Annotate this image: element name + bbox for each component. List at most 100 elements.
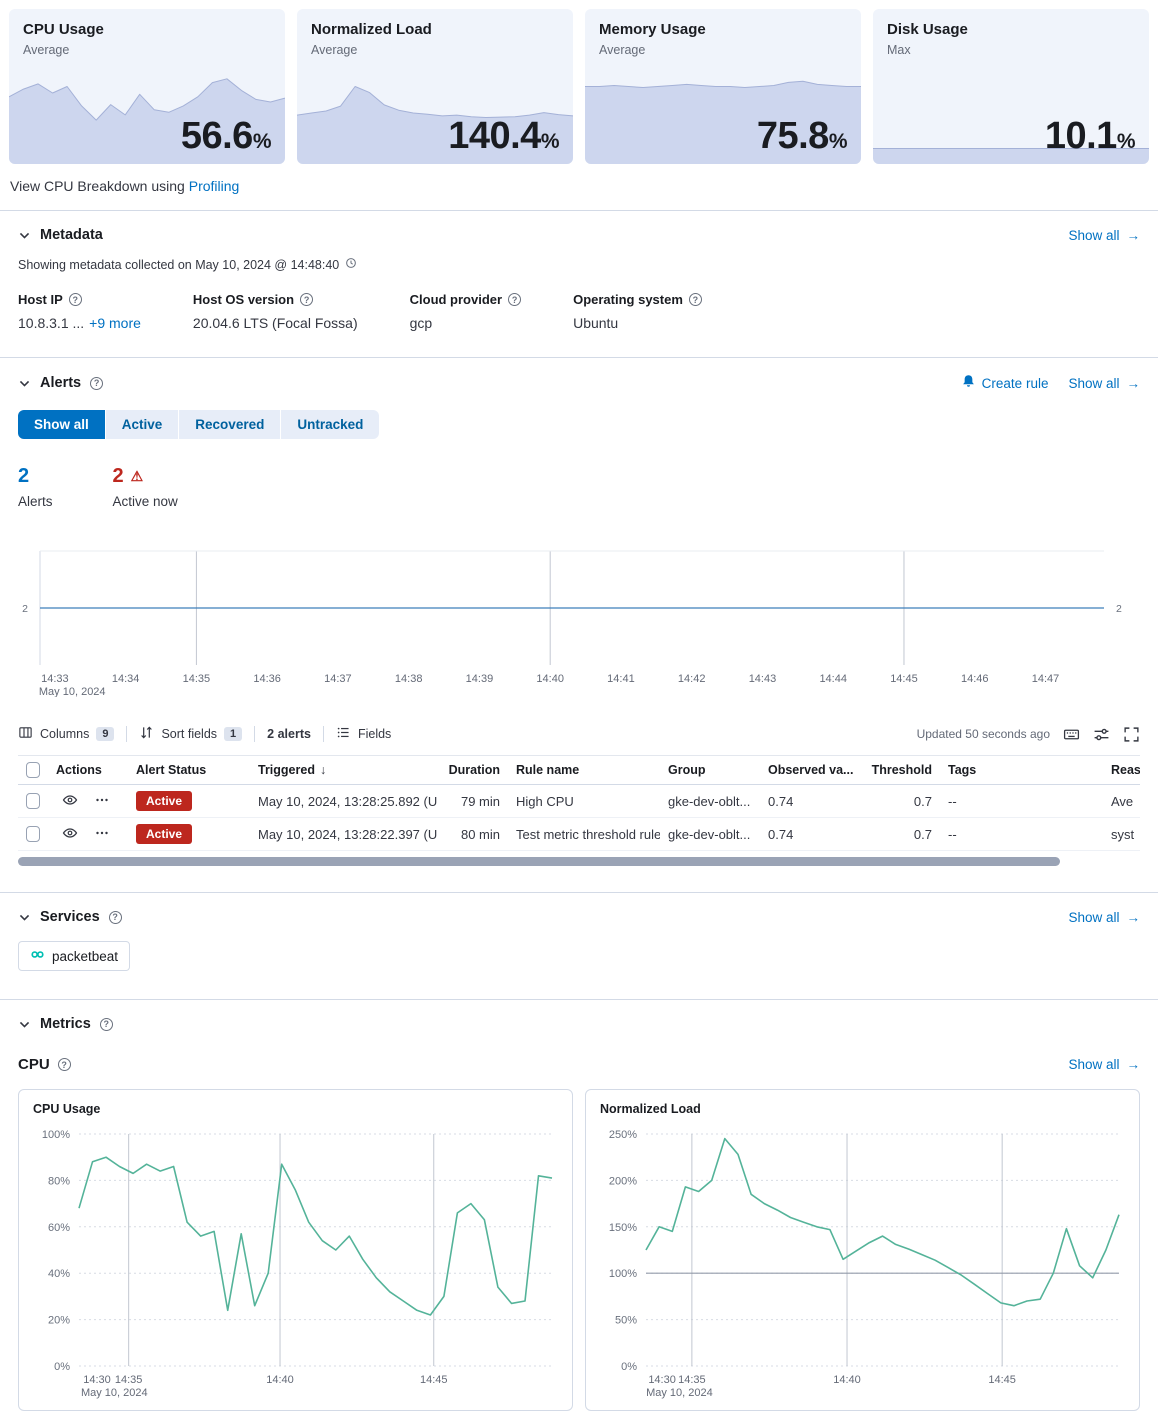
horizontal-scrollbar [18,857,1140,866]
column-header-duration[interactable]: Duration [443,756,508,784]
kpi-card-disk-usage[interactable]: Disk Usage Max 10.1% [873,9,1149,164]
cpu-usage-chart[interactable]: 0%20%40%60%80%100%14:30May 10, 202414:35… [27,1128,560,1402]
view-alert-eye-icon[interactable] [62,792,78,811]
alerts-section-title: Alerts [40,375,81,391]
scrollbar-thumb[interactable] [18,857,1060,866]
kpi-card-memory-usage[interactable]: Memory Usage Average 75.8% [585,9,861,164]
filter-active-button[interactable]: Active [106,410,180,439]
table-body: ActiveMay 10, 2024, 13:28:25.892 (U79 mi… [18,785,1140,851]
view-alert-eye-icon[interactable] [62,825,78,844]
column-header-actions[interactable]: Actions [48,756,128,784]
more-actions-icon[interactable] [94,825,110,844]
table-cell: Active [128,818,250,850]
service-chip-packetbeat[interactable]: packetbeat [18,941,130,971]
table-cell: gke-dev-oblt... [660,785,760,817]
fields-button[interactable]: Fields [336,725,391,743]
svg-text:14:40: 14:40 [833,1374,861,1386]
question-icon[interactable]: ? [69,293,82,306]
column-header-alert-status[interactable]: Alert Status [128,756,250,784]
chevron-down-icon[interactable] [18,229,31,242]
keyboard-shortcuts-icon[interactable] [1063,726,1080,743]
chart-title: Normalized Load [600,1102,1125,1116]
kpi-subtitle: Max [887,43,968,57]
kpi-value: 75.8% [757,115,847,158]
filter-recovered-button[interactable]: Recovered [179,410,281,439]
services-show-all-link[interactable]: Show all → [1068,910,1140,925]
svg-text:14:33: 14:33 [41,673,69,685]
svg-text:150%: 150% [609,1222,637,1234]
question-icon[interactable]: ? [58,1058,71,1071]
metadata-field-operating-system: Operating system? Ubuntu [573,292,702,331]
row-checkbox[interactable] [26,793,40,809]
column-header-observed-va-[interactable]: Observed va... [760,756,855,784]
alerts-stats: 2 Alerts 2⚠ Active now [18,465,1140,509]
sort-fields-button[interactable]: Sort fields 1 [139,725,242,743]
question-icon[interactable]: ? [90,377,103,390]
show-all-label: Show all [1068,228,1119,243]
metrics-charts-row: CPU Usage 0%20%40%60%80%100%14:30May 10,… [18,1089,1140,1425]
svg-text:200%: 200% [609,1175,637,1187]
column-header-group[interactable]: Group [660,756,760,784]
question-icon[interactable]: ? [508,293,521,306]
chevron-down-icon[interactable] [18,1018,31,1031]
svg-text:250%: 250% [609,1129,637,1141]
more-ips-link[interactable]: +9 more [89,315,141,331]
table-cell: May 10, 2024, 13:28:25.892 (U [250,785,443,817]
svg-text:14:43: 14:43 [749,673,777,685]
kpi-head: Disk Usage Max [887,21,968,57]
fullscreen-icon[interactable] [1123,726,1140,743]
columns-button[interactable]: Columns 9 [18,725,114,743]
bell-icon [961,374,976,392]
kpi-card-cpu-usage[interactable]: CPU Usage Average 56.6% [9,9,285,164]
table-cell [18,785,48,817]
kpi-card-normalized-load[interactable]: Normalized Load Average 140.4% [297,9,573,164]
alerts-table-toolbar: Columns 9 Sort fields 1 2 alerts Fields … [18,725,1140,743]
alerts-table: ActionsAlert StatusTriggered↓DurationRul… [18,755,1140,851]
services-section-title: Services [40,909,100,925]
metadata-collected-text: Showing metadata collected on May 10, 20… [18,257,1140,272]
metrics-show-all-link[interactable]: Show all → [1068,1057,1140,1072]
create-rule-link[interactable]: Create rule [961,374,1049,392]
column-header-rule-name[interactable]: Rule name [508,756,660,784]
kpi-number: 75.8 [757,115,829,157]
question-icon[interactable]: ? [109,911,122,924]
filter-untracked-button[interactable]: Untracked [281,410,379,439]
question-icon[interactable]: ? [689,293,702,306]
table-cell: 0.74 [760,785,855,817]
column-header-threshold[interactable]: Threshold [855,756,940,784]
table-cell: High CPU [508,785,660,817]
display-options-icon[interactable] [1093,726,1110,743]
question-icon[interactable]: ? [100,1018,113,1031]
svg-text:100%: 100% [42,1129,70,1141]
question-icon[interactable]: ? [300,293,313,306]
table-cell: 0.7 [855,818,940,850]
filter-show-all-button[interactable]: Show all [18,410,106,439]
select-all-cell[interactable] [18,756,48,784]
svg-text:14:35: 14:35 [183,673,211,685]
columns-label: Columns [40,727,89,741]
kpi-number: 56.6 [181,115,253,157]
column-header-reason[interactable]: Reason [1103,756,1140,784]
column-header-tags[interactable]: Tags [940,756,1103,784]
svg-text:14:39: 14:39 [466,673,494,685]
column-header-triggered[interactable]: Triggered↓ [250,756,443,784]
chevron-down-icon[interactable] [18,377,31,390]
stat-active-now: 2⚠ Active now [113,465,178,509]
chevron-down-icon[interactable] [18,911,31,924]
kpi-number: 10.1 [1045,115,1117,157]
normalized-load-chart[interactable]: 0%50%100%150%200%250%14:30May 10, 202414… [594,1128,1127,1402]
table-cell: -- [940,785,1103,817]
table-cell [48,818,128,850]
table-cell: Active [128,785,250,817]
metadata-show-all-link[interactable]: Show all → [1068,228,1140,243]
svg-text:14:40: 14:40 [266,1374,294,1386]
row-checkbox[interactable] [26,826,40,842]
clock-icon [345,257,357,272]
svg-text:60%: 60% [48,1222,70,1234]
alerts-show-all-link[interactable]: Show all → [1068,376,1140,391]
profiling-link[interactable]: Profiling [189,178,240,194]
select-all-checkbox[interactable] [26,762,40,778]
table-cell [18,818,48,850]
more-actions-icon[interactable] [94,792,110,811]
kpi-unit: % [1117,130,1135,153]
